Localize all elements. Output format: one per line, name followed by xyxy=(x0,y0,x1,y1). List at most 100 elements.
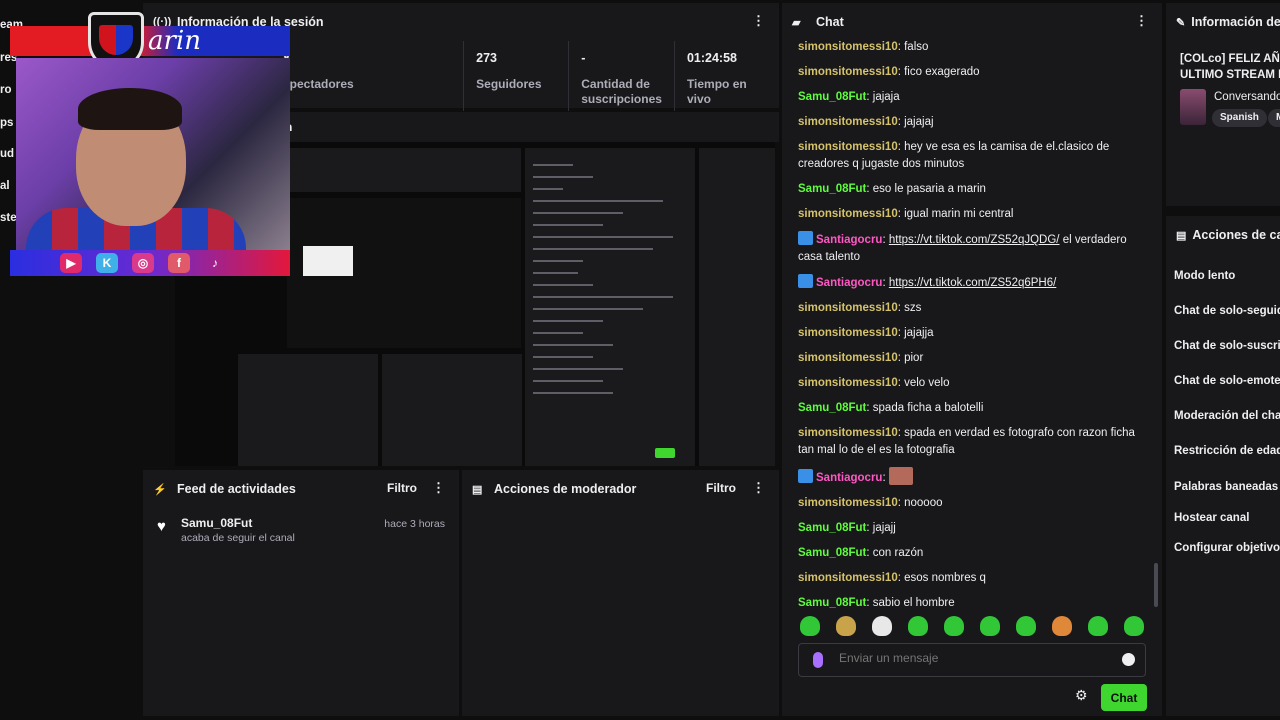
chat-message: Samu_08Fut: con razón xyxy=(798,547,924,559)
moderator-badge-icon[interactable] xyxy=(798,469,813,483)
stat-live-time: 01:24:58 Tiempo en vivo xyxy=(686,51,747,106)
more-options-icon[interactable]: ⋮ xyxy=(432,481,445,494)
youtube-icon: ▶ xyxy=(60,253,82,273)
chat-username[interactable]: simonsitomessi10 xyxy=(798,66,898,78)
chat-message-text: pior xyxy=(904,352,924,364)
action-subscribers-only[interactable]: Chat de solo-suscri xyxy=(1174,340,1280,352)
activity-feed-panel: ⚡ Feed de actividades Filtro ⋮ ♥ Samu_08… xyxy=(143,470,459,716)
chat-message: simonsitomessi10: spada en verdad es fot… xyxy=(798,427,1135,456)
chat-send-button[interactable]: Chat xyxy=(1101,684,1147,711)
more-options-icon[interactable]: ⋮ xyxy=(752,481,765,494)
stat-subscriptions: - Cantidad de suscripciones xyxy=(569,41,675,111)
more-options-icon[interactable]: ⋮ xyxy=(1135,14,1148,27)
chat-username[interactable]: simonsitomessi10 xyxy=(798,352,898,364)
chat-username[interactable]: Santiagocru xyxy=(816,472,882,484)
action-followers-only[interactable]: Chat de solo-seguid xyxy=(1174,305,1280,317)
tag-spanish[interactable]: Spanish xyxy=(1212,109,1267,127)
chat-username[interactable]: Samu_08Fut xyxy=(798,91,866,103)
chat-message: Samu_08Fut: sabio el hombre xyxy=(798,597,955,609)
chat-message: simonsitomessi10: falso xyxy=(798,41,929,53)
feed-item-desc: acaba de seguir el canal xyxy=(181,532,295,544)
moderator-filter-button[interactable]: Filtro xyxy=(706,481,736,495)
chat-username[interactable]: simonsitomessi10 xyxy=(798,427,898,439)
chat-input-box[interactable] xyxy=(798,643,1146,677)
preview-mini-right xyxy=(699,148,775,466)
emote-skull-icon[interactable] xyxy=(872,616,892,636)
chat-message-text: szs xyxy=(904,302,922,314)
chat-username[interactable]: simonsitomessi10 xyxy=(798,208,898,220)
chat-username[interactable]: simonsitomessi10 xyxy=(798,497,898,509)
tag-more[interactable]: M xyxy=(1268,109,1280,127)
action-slow-mode[interactable]: Modo lento xyxy=(1174,270,1235,282)
microphone-icon[interactable] xyxy=(813,652,823,668)
moderator-badge-icon[interactable] xyxy=(798,231,813,245)
chat-settings-icon[interactable]: ⚙ xyxy=(1075,687,1088,704)
emote-frog-2-icon[interactable] xyxy=(836,616,856,636)
chat-message: simonsitomessi10: szs xyxy=(798,302,922,314)
moderator-badge-icon[interactable] xyxy=(798,274,813,288)
chat-username[interactable]: simonsitomessi10 xyxy=(798,302,898,314)
chat-message: Samu_08Fut: jajaja xyxy=(798,91,900,103)
stat-followers: 273 Seguidores xyxy=(464,41,570,111)
chat-scrollbar[interactable] xyxy=(1154,563,1158,607)
chat-username[interactable]: simonsitomessi10 xyxy=(798,116,898,128)
chat-message: Samu_08Fut: jajajj xyxy=(798,522,896,534)
chat-link[interactable]: https://vt.tiktok.com/ZS52q6PH6/ xyxy=(889,277,1056,289)
chat-message-text: jajajj xyxy=(872,522,896,534)
webcam-video xyxy=(16,58,290,250)
emote-frog-7-icon[interactable] xyxy=(1052,616,1072,636)
chat-message-text: jajajja xyxy=(904,327,934,339)
chat-message-text: igual marin mi central xyxy=(904,208,1014,220)
action-chat-moderation[interactable]: Moderación del cha xyxy=(1174,410,1280,422)
chat-username[interactable]: Santiagocru xyxy=(816,277,882,289)
chat-title: Chat xyxy=(816,15,844,29)
preview-chat-button xyxy=(655,448,675,458)
chat-message-text: eso le pasaria a marin xyxy=(872,183,986,195)
tiktok-icon: ♪ xyxy=(212,256,218,270)
streamer-name: arin xyxy=(148,26,201,56)
bolt-icon: ⚡ xyxy=(153,483,167,496)
chat-username[interactable]: simonsitomessi10 xyxy=(798,572,898,584)
pencil-icon: ✎ xyxy=(1176,16,1186,29)
moderator-actions-panel: ▤ Acciones de moderador Filtro ⋮ xyxy=(462,470,779,716)
action-emotes-only[interactable]: Chat de solo-emote xyxy=(1174,375,1280,387)
action-host-channel[interactable]: Hostear canal xyxy=(1174,512,1249,524)
instagram-icon: ◎ xyxy=(132,253,154,273)
stream-title: [COLco] FELIZ AÑO ULTIMO STREAM D xyxy=(1180,53,1280,81)
chat-username[interactable]: Samu_08Fut xyxy=(798,402,866,414)
chat-message: simonsitomessi10: jajajja xyxy=(798,327,934,339)
emote-frog-9-icon[interactable] xyxy=(1124,616,1144,636)
preview-mini-mod xyxy=(382,354,522,466)
emote-frog-1-icon[interactable] xyxy=(800,616,820,636)
chat-link[interactable]: https://vt.tiktok.com/ZS52qJQDG/ xyxy=(889,234,1060,246)
preview-white-box xyxy=(303,246,353,276)
chat-username[interactable]: simonsitomessi10 xyxy=(798,377,898,389)
emote-frog-4-icon[interactable] xyxy=(944,616,964,636)
chat-username[interactable]: Samu_08Fut xyxy=(798,597,866,609)
chat-username[interactable]: simonsitomessi10 xyxy=(798,41,898,53)
chat-username[interactable]: Santiagocru xyxy=(816,234,882,246)
preview-mini-feed xyxy=(238,354,378,466)
chat-username[interactable]: Samu_08Fut xyxy=(798,183,866,195)
emote-frog-6-icon[interactable] xyxy=(1016,616,1036,636)
chat-bubble-icon: ▰ xyxy=(792,16,801,29)
chat-message-text: jajaja xyxy=(872,91,900,103)
action-set-goals[interactable]: Configurar objetivo xyxy=(1174,542,1280,554)
channel-actions-panel: ▤ Acciones de can Modo lento Chat de sol… xyxy=(1166,216,1280,716)
more-options-icon[interactable]: ⋮ xyxy=(752,14,765,27)
emoji-picker-icon[interactable] xyxy=(1122,653,1135,666)
chat-message: simonsitomessi10: fico exagerado xyxy=(798,66,980,78)
chat-message-input[interactable] xyxy=(839,651,1109,665)
feed-filter-button[interactable]: Filtro xyxy=(387,481,417,495)
action-age-restriction[interactable]: Restricción de edad xyxy=(1174,445,1280,457)
chat-username[interactable]: simonsitomessi10 xyxy=(798,141,898,153)
action-banned-words[interactable]: Palabras baneadas xyxy=(1174,481,1278,493)
chat-message-text: nooooo xyxy=(904,497,943,509)
chat-message-list[interactable]: simonsitomessi10: falso simonsitomessi10:… xyxy=(798,39,1146,620)
chat-username[interactable]: Samu_08Fut xyxy=(798,522,866,534)
chat-username[interactable]: Samu_08Fut xyxy=(798,547,866,559)
chat-username[interactable]: simonsitomessi10 xyxy=(798,327,898,339)
emote-frog-8-icon[interactable] xyxy=(1088,616,1108,636)
emote-frog-3-icon[interactable] xyxy=(908,616,928,636)
emote-frog-5-icon[interactable] xyxy=(980,616,1000,636)
